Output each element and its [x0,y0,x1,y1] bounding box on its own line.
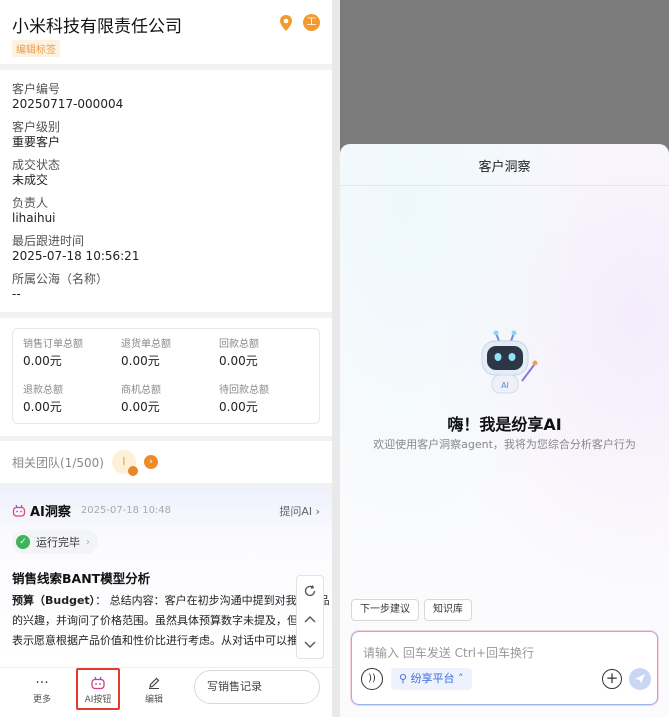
related-team-row[interactable]: 相关团队(1/500) l › [0,441,332,483]
amount-return-order: 退货单总额 0.00元 [121,338,219,378]
greeting-heading: 嗨！我是纷享AI [447,415,562,434]
write-sales-record-button[interactable]: 写销售记录 [194,670,320,704]
customer-header: 小米科技有限责任公司 编辑标签 工 [0,0,332,64]
amount-label: 退货单总额 [121,339,171,350]
platform-selector[interactable]: ⚲ 纷享平台 ˄ [391,668,472,690]
amount-value: 0.00元 [23,399,62,414]
team-label: 相关团队(1/500) [12,455,104,470]
chat-composer[interactable]: 请输入 回车发送 Ctrl+回车换行 )) ⚲ 纷享平台 ˄ + [351,631,658,705]
greeting-subtitle: 欢迎使用客户洞察agent，我将为您综合分析客户行为 [373,438,636,451]
bant-section-body: 预算（Budget）： 总结内容：客户在初步沟通中提到对我们产品的兴趣，并询问了… [12,591,330,653]
field-public-pool: 所属公海（名称） -- [12,272,320,302]
amount-payment: 回款总额 0.00元 [219,338,317,378]
plus-icon[interactable]: + [602,669,622,689]
chip-next-step-suggestion[interactable]: 下一步建议 [351,599,419,621]
more-icon: ··· [35,675,49,691]
field-value: 20250717-000004 [12,97,124,111]
customer-info-card: 客户编号 20250717-000004 客户级别 重要客户 成交状态 未成交 … [0,70,332,312]
amount-label: 回款总额 [219,339,259,350]
chat-input[interactable]: 请输入 回车发送 Ctrl+回车换行 [363,644,534,661]
amount-sales-order: 销售订单总额 0.00元 [23,338,121,378]
amount-label: 销售订单总额 [23,339,83,350]
robot-mascot-icon: AI [481,330,538,394]
edit-tag-button[interactable]: 编辑标签 [12,40,60,57]
amount-summary-card: 销售订单总额 0.00元 退货单总额 0.00元 回款总额 0.00元 退款总额… [0,318,332,436]
location-pin-icon[interactable] [277,14,295,32]
ai-insight-card: AI洞察 2025-07-18 10:48 提问AI › ✓ 运行完毕 › 销售… [0,487,332,667]
avatar-status-icon [127,466,138,476]
field-value: 未成交 [12,173,49,187]
run-status-text: 运行完毕 [36,536,80,549]
voice-input-icon[interactable]: )) [361,668,383,690]
more-button[interactable]: ··· 更多 [22,674,62,705]
ask-ai-link[interactable]: 提问AI › [279,503,320,519]
customer-detail-pane: 小米科技有限责任公司 编辑标签 工 客户编号 20250717-000004 客… [0,0,332,717]
run-status-badge[interactable]: ✓ 运行完毕 › [12,530,98,554]
amount-opportunity: 商机总额 0.00元 [121,384,219,424]
customer-name: 小米科技有限责任公司 [12,17,182,37]
chip-knowledge-base[interactable]: 知识库 [424,599,472,621]
chat-panel-overlay: 客户洞察 AI 嗨！我是纷享AI 欢迎使用客户洞察agent，我将为您综合分析客… [340,0,669,717]
field-label: 所属公海（名称） [12,272,109,286]
field-label: 负责人 [12,196,49,210]
dimmed-backdrop[interactable] [340,0,669,150]
send-icon[interactable] [629,668,651,690]
field-label: 客户编号 [12,82,61,96]
floating-toolbar [296,575,324,659]
chevron-down-icon[interactable] [303,640,317,650]
amount-refund: 退款总额 0.00元 [23,384,121,424]
chevron-up-icon[interactable] [303,614,317,624]
field-label: 最后跟进时间 [12,234,85,248]
amount-value: 0.00元 [219,399,258,414]
robot-badge-label: AI [501,381,509,390]
amount-label: 商机总额 [121,384,161,396]
bant-section-title: 销售线索BANT模型分析 [12,571,151,586]
avatar[interactable]: l [111,450,138,476]
chevron-right-icon[interactable]: › [143,455,158,469]
amount-value: 0.00元 [121,354,160,368]
work-badge-icon[interactable]: 工 [303,14,320,31]
platform-label: 纷享平台 ˄ [410,672,464,685]
edit-label: 编辑 [144,695,163,705]
amount-value: 0.00元 [219,354,258,368]
field-customer-level: 客户级别 重要客户 [12,120,320,150]
field-owner: 负责人 lihaihui [12,196,320,226]
chevron-right-icon: › [86,536,90,548]
ai-insight-date: 2025-07-18 10:48 [80,505,172,516]
field-value: -- [12,287,21,301]
amount-label: 待回款总额 [219,384,269,396]
field-value: 2025-07-18 10:56:21 [12,249,140,263]
amount-value: 0.00元 [23,354,62,368]
avatar-initial: l [122,455,126,468]
amount-label: 退款总额 [23,384,63,396]
refresh-icon[interactable] [303,584,317,598]
field-last-followup: 最后跟进时间 2025-07-18 10:56:21 [12,234,320,264]
bant-budget-label: 预算（Budget） [12,594,96,607]
amount-value: 0.00元 [121,399,160,414]
field-value: lihaihui [12,211,56,225]
pencil-icon [149,677,160,689]
divider [340,185,669,186]
ai-insight-title: AI洞察 [30,505,71,520]
field-label: 客户级别 [12,120,61,134]
more-label: 更多 [32,695,51,705]
field-deal-status: 成交状态 未成交 [12,158,320,188]
edit-button[interactable]: 编辑 [134,674,174,705]
check-icon: ✓ [16,535,30,549]
field-customer-id: 客户编号 20250717-000004 [12,82,320,112]
search-icon: ⚲ [399,672,411,685]
field-label: 成交状态 [12,158,61,172]
robot-icon [12,504,26,517]
sheet-title: 客户洞察 [478,160,531,175]
amount-pending-payment: 待回款总额 0.00元 [219,384,317,424]
field-value: 重要客户 [12,135,61,149]
customer-insight-sheet: 客户洞察 AI 嗨！我是纷享AI 欢迎使用客户洞察agent，我将为您综合分析客… [340,144,669,717]
ai-button-highlight [76,668,120,710]
